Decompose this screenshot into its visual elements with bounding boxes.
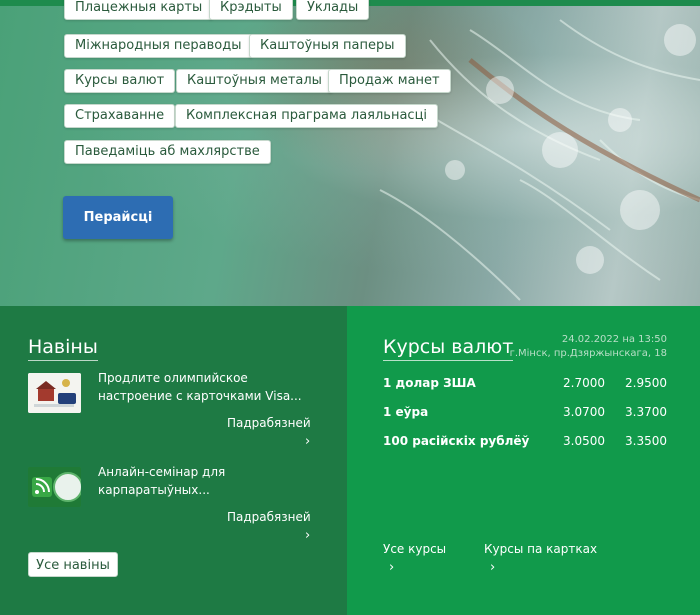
currency-name: 100 расійскіх рублёў bbox=[383, 434, 530, 448]
rate-row: 100 расійскіх рублёў 3.0500 3.3500 bbox=[383, 434, 667, 452]
chip-deposits[interactable]: Уклады bbox=[296, 0, 370, 20]
chevron-right-icon[interactable]: › bbox=[305, 528, 310, 543]
go-button[interactable]: Перайсці bbox=[63, 196, 173, 239]
chip-insurance[interactable]: Страхаванне bbox=[64, 104, 176, 128]
news-item-text[interactable]: Продлите олимпийское настроение с карточ… bbox=[98, 369, 313, 405]
buy-rate: 3.0700 bbox=[563, 405, 605, 419]
sell-rate: 2.9500 bbox=[625, 376, 667, 390]
rates-title: Курсы валют bbox=[383, 336, 514, 361]
chip-precious-metals[interactable]: Каштоўныя металы bbox=[176, 69, 333, 93]
chip-payment-cards[interactable]: Плацежныя карты bbox=[64, 0, 214, 20]
news-panel: Навіны Продлите олимпийское настроение с… bbox=[0, 306, 347, 615]
chip-loyalty-program[interactable]: Комплексная праграма лаяльнасці bbox=[175, 104, 439, 128]
rate-row: 1 еўра 3.0700 3.3700 bbox=[383, 405, 667, 423]
buy-rate: 3.0500 bbox=[563, 434, 605, 448]
rates-meta: 24.02.2022 на 13:50 г.Мінск, пр.Дзяржынс… bbox=[510, 333, 667, 361]
hero-banner: Плацежныя карты Крэдыты Уклады Міжнародн… bbox=[0, 0, 700, 306]
currency-name: 1 еўра bbox=[383, 405, 429, 419]
chip-report-fraud[interactable]: Паведаміць аб махлярстве bbox=[64, 140, 271, 164]
chip-coins-sale[interactable]: Продаж манет bbox=[328, 69, 451, 93]
chip-international-transfers[interactable]: Міжнародныя пераводы bbox=[64, 34, 253, 58]
rates-location: г.Мінск, пр.Дзяржынскага, 18 bbox=[509, 348, 667, 359]
sell-rate: 3.3500 bbox=[625, 434, 667, 448]
rss-globe-thumbnail[interactable] bbox=[28, 467, 81, 507]
news-more-link[interactable]: Падрабязней bbox=[227, 416, 311, 430]
rates-date: 24.02.2022 на 13:50 bbox=[561, 334, 667, 345]
sell-rate: 3.3700 bbox=[625, 405, 667, 419]
chip-securities[interactable]: Каштоўныя паперы bbox=[249, 34, 406, 58]
rate-row: 1 долар ЗША 2.7000 2.9500 bbox=[383, 376, 667, 394]
news-item-text[interactable]: Анлайн-семінар для карпаратыўных... bbox=[98, 463, 313, 499]
chevron-right-icon[interactable]: › bbox=[490, 560, 495, 575]
news-title: Навіны bbox=[28, 336, 98, 361]
all-rates-link[interactable]: Усе курсы bbox=[383, 542, 446, 556]
buy-rate: 2.7000 bbox=[563, 376, 605, 390]
chevron-right-icon[interactable]: › bbox=[389, 560, 394, 575]
all-news-button[interactable]: Усе навіны bbox=[28, 552, 118, 577]
chip-exchange-rates[interactable]: Курсы валют bbox=[64, 69, 176, 93]
currency-name: 1 долар ЗША bbox=[383, 376, 476, 390]
chevron-right-icon[interactable]: › bbox=[305, 434, 310, 449]
news-more-link[interactable]: Падрабязней bbox=[227, 510, 311, 524]
exchange-rates-panel: Курсы валют 24.02.2022 на 13:50 г.Мінск,… bbox=[347, 306, 700, 615]
card-rates-link[interactable]: Курсы па картках bbox=[484, 542, 597, 556]
chip-credits[interactable]: Крэдыты bbox=[209, 0, 293, 20]
olympic-visa-thumbnail[interactable] bbox=[28, 373, 81, 413]
